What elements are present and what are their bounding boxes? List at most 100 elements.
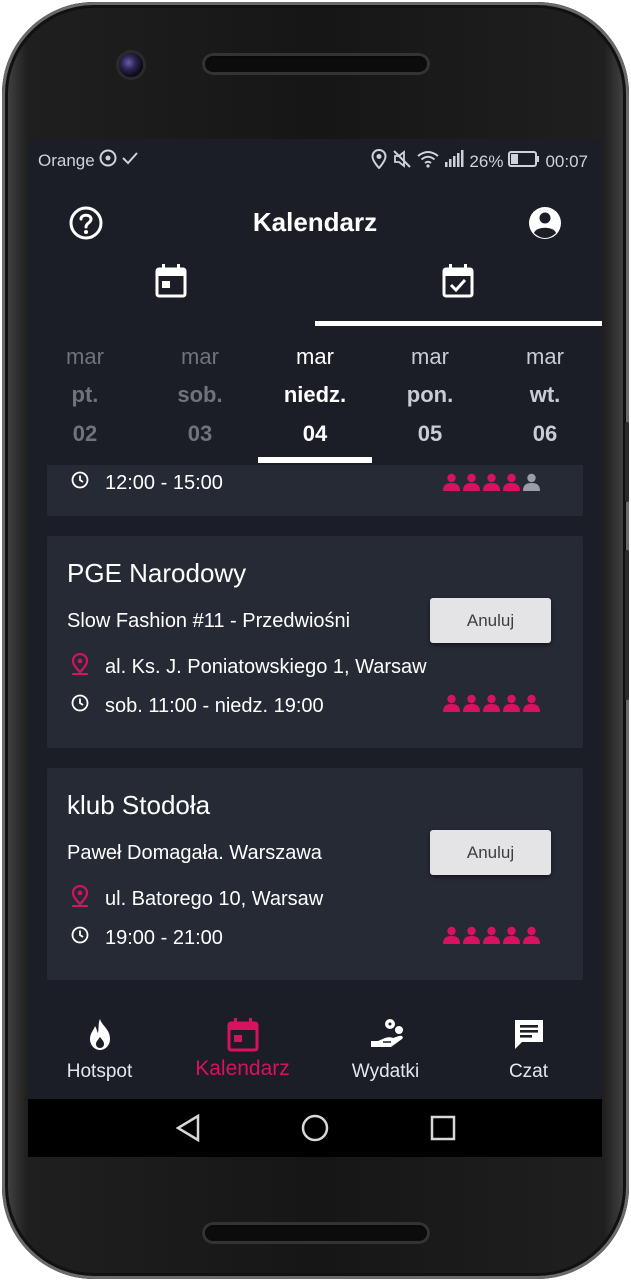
carrier-name: Orange: [38, 150, 95, 170]
event-venue: klub Stodoła: [67, 790, 211, 820]
clock-icon: [71, 471, 89, 495]
date-item[interactable]: mar pt. 02: [28, 339, 142, 465]
date-weekday: wt.: [529, 382, 561, 407]
attendance-indicator: [442, 694, 541, 712]
date-item[interactable]: mar sob. 03: [143, 339, 257, 465]
battery-percent: 26%: [469, 151, 504, 171]
event-time: sob. 11:00 - niedz. 19:00: [105, 694, 324, 717]
person-filled-icon: [483, 926, 500, 944]
attendance-indicator: [442, 473, 541, 491]
nav-hotspot[interactable]: Hotspot: [28, 1001, 171, 1099]
event-time-row: sob. 11:00 - niedz. 19:00: [71, 694, 324, 718]
clock-icon: [71, 926, 89, 950]
screen: Orange 26% 00:07 Kalendarz mar pt. 02 ma…: [28, 139, 602, 1157]
person-filled-icon: [463, 694, 480, 712]
person-filled-icon: [463, 473, 480, 491]
event-card[interactable]: klub Stodoła Paweł Domagała. Warszawa An…: [47, 768, 583, 980]
event-name: Slow Fashion #11 - Przedwiośni: [67, 610, 351, 632]
event-card[interactable]: 12:00 - 15:00: [47, 465, 583, 516]
date-day: 06: [532, 421, 558, 446]
event-list[interactable]: 12:00 - 15:00 PGE Narodowy Slow Fashion …: [28, 465, 602, 1000]
person-filled-icon: [503, 926, 520, 944]
date-weekday: sob.: [177, 382, 223, 407]
date-weekday: pt.: [71, 382, 99, 407]
person-filled-icon: [483, 694, 500, 712]
back-icon[interactable]: [174, 1113, 202, 1148]
event-time: 19:00 - 21:00: [105, 926, 223, 949]
date-indicator: [258, 457, 372, 463]
clock-time: 00:07: [545, 151, 588, 171]
date-day: 05: [417, 421, 443, 446]
tab-my-events[interactable]: [315, 257, 602, 327]
event-name: Paweł Domagała. Warszawa: [67, 842, 322, 864]
event-card[interactable]: PGE Narodowy Slow Fashion #11 - Przedwio…: [47, 536, 583, 748]
view-tabs: [28, 257, 602, 327]
nav-chat[interactable]: Czat: [457, 1001, 600, 1099]
phone-frame: Orange 26% 00:07 Kalendarz mar pt. 02 ma…: [2, 2, 629, 1279]
date-weekday: niedz.: [283, 382, 347, 407]
date-month: mar: [526, 344, 564, 369]
clock-icon: [71, 694, 89, 718]
person-empty-icon: [523, 473, 540, 491]
recents-icon[interactable]: [428, 1113, 458, 1148]
event-time-row: 12:00 - 15:00: [71, 471, 223, 495]
location-icon: [371, 148, 387, 174]
date-month: mar: [296, 344, 334, 369]
date-day: 03: [187, 421, 213, 446]
page-title: Kalendarz: [252, 207, 378, 237]
cancel-button[interactable]: Anuluj: [430, 598, 551, 643]
nav-label: Czat: [508, 1061, 549, 1082]
sync-icon: [99, 149, 117, 172]
person-filled-icon: [443, 926, 460, 944]
battery-icon: [508, 150, 540, 173]
location-pin-icon: [71, 652, 89, 681]
date-month: mar: [66, 344, 104, 369]
person-filled-icon: [463, 926, 480, 944]
account-button[interactable]: [527, 205, 563, 241]
date-item[interactable]: mar wt. 06: [488, 339, 602, 465]
signal-icon: [444, 150, 464, 173]
person-filled-icon: [443, 694, 460, 712]
attendance-indicator: [442, 926, 541, 944]
date-day: 04: [302, 421, 328, 446]
event-address: ul. Batorego 10, Warsaw: [105, 887, 324, 910]
location-pin-icon: [71, 884, 89, 913]
event-address-row: al. Ks. J. Poniatowskiego 1, Warsaw: [71, 652, 427, 681]
tab-calendar[interactable]: [28, 257, 315, 327]
person-filled-icon: [443, 473, 460, 491]
person-filled-icon: [503, 473, 520, 491]
top-speaker: [202, 53, 430, 75]
date-item-selected[interactable]: mar niedz. 04: [258, 339, 372, 465]
nav-calendar[interactable]: Kalendarz: [171, 1001, 314, 1099]
mute-icon: [392, 149, 412, 174]
wifi-icon: [417, 150, 440, 173]
nav-label: Kalendarz: [195, 1057, 290, 1080]
tab-indicator: [315, 321, 602, 326]
volume-button: [625, 422, 629, 502]
person-filled-icon: [523, 694, 540, 712]
event-address-row: ul. Batorego 10, Warsaw: [71, 884, 324, 913]
system-nav-bar: [28, 1099, 602, 1157]
nav-expenses[interactable]: Wydatki: [314, 1001, 457, 1099]
account-icon: [527, 207, 563, 245]
check-icon: [121, 149, 139, 172]
date-month: mar: [181, 344, 219, 369]
bottom-speaker: [202, 1222, 430, 1244]
event-time: 12:00 - 15:00: [105, 471, 223, 494]
date-weekday: pon.: [406, 382, 454, 407]
app-bar: Kalendarz: [28, 195, 602, 255]
cancel-button[interactable]: Anuluj: [430, 830, 551, 875]
date-strip: mar pt. 02 mar sob. 03 mar niedz. 04 mar…: [28, 339, 602, 465]
power-button: [625, 550, 629, 700]
event-venue: PGE Narodowy: [67, 558, 247, 588]
nav-label: Hotspot: [66, 1061, 133, 1082]
person-filled-icon: [503, 694, 520, 712]
date-month: mar: [411, 344, 449, 369]
event-time-row: 19:00 - 21:00: [71, 926, 223, 950]
front-camera: [119, 53, 143, 77]
home-icon[interactable]: [300, 1113, 330, 1148]
nav-label: Wydatki: [351, 1061, 420, 1082]
date-day: 02: [72, 421, 98, 446]
status-bar: Orange 26% 00:07: [28, 139, 602, 179]
date-item[interactable]: mar pon. 05: [373, 339, 487, 465]
